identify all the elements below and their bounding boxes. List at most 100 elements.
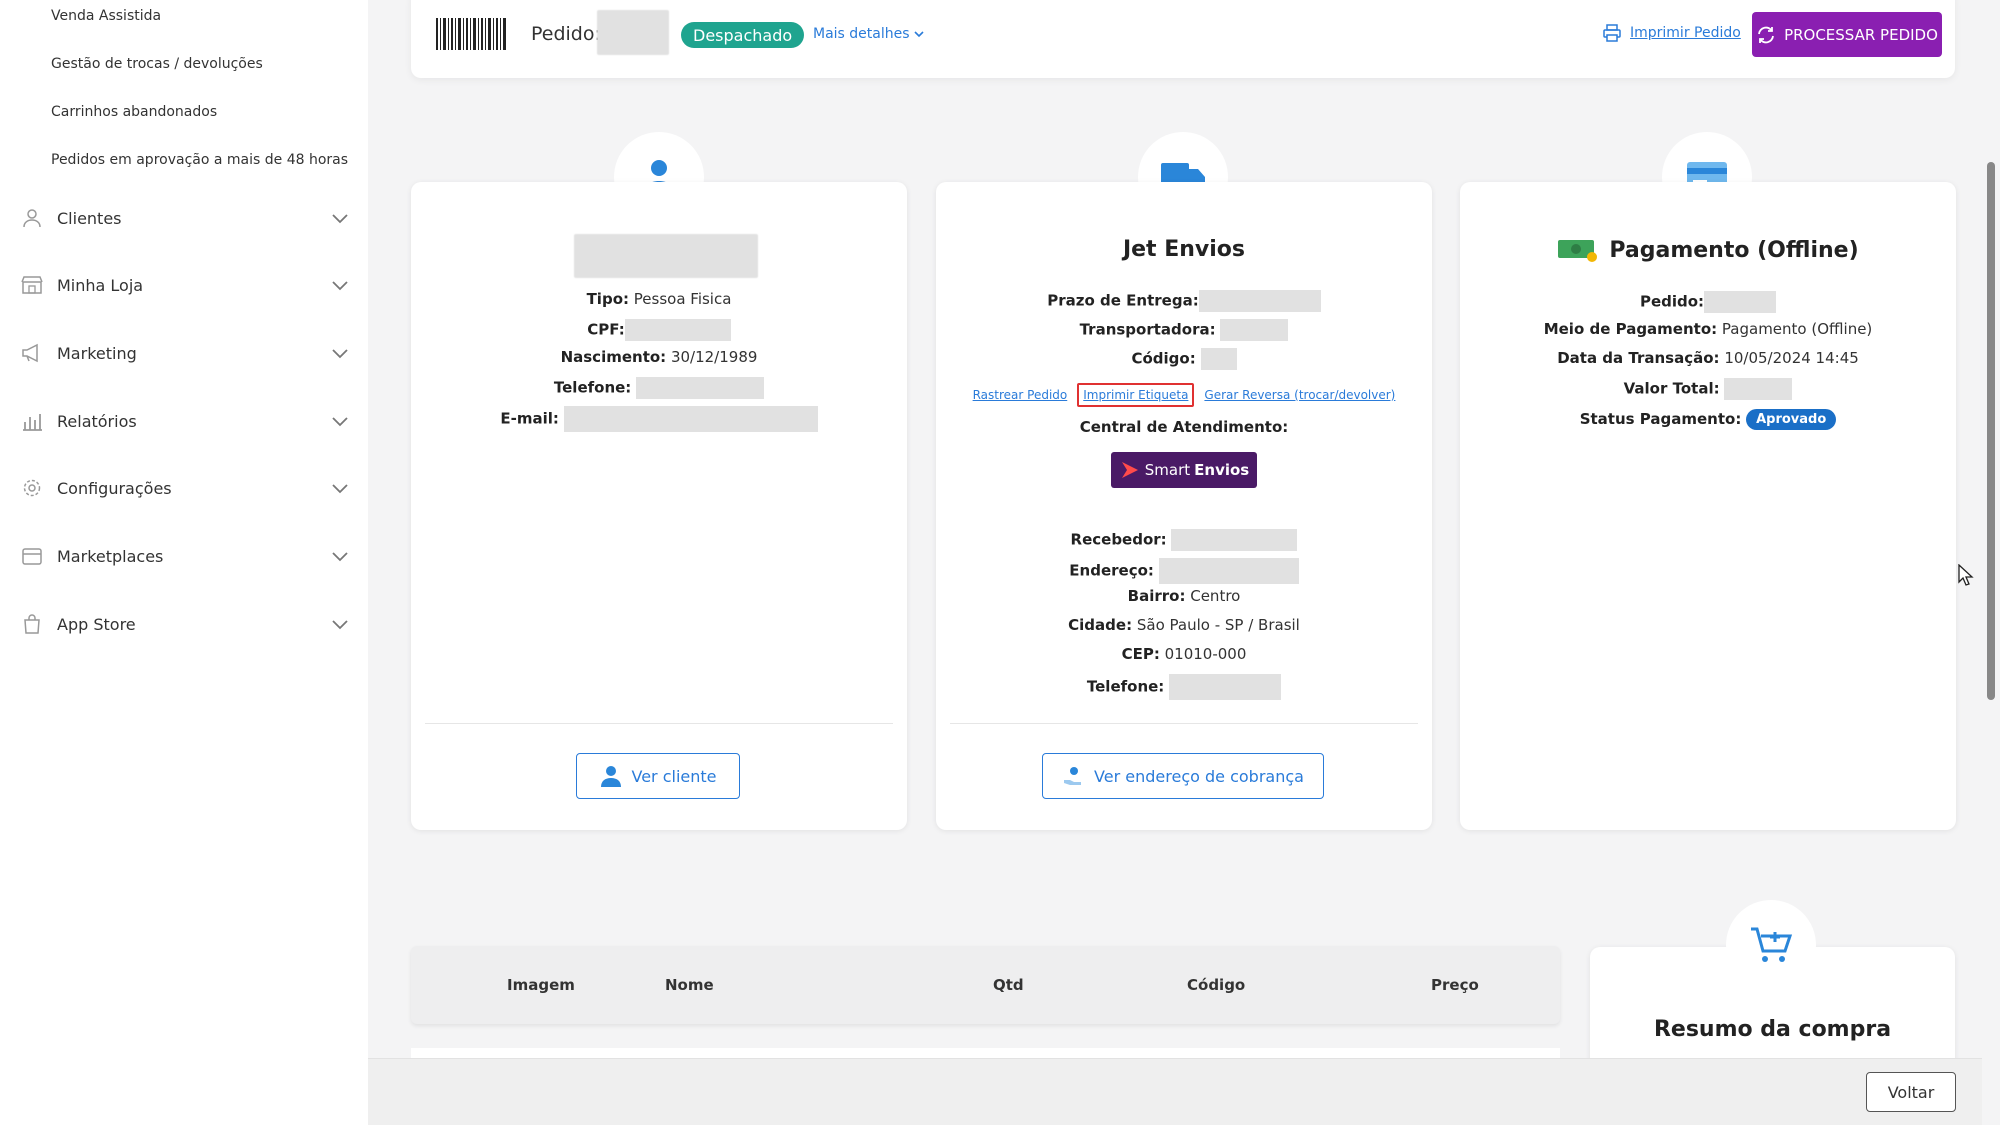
field-label: Valor Total: — [1623, 379, 1720, 398]
process-order-button[interactable]: PROCESSAR PEDIDO — [1752, 12, 1942, 57]
sidebar-item-app-store[interactable]: App Store — [0, 602, 368, 646]
total-value-row: Valor Total: — [1460, 378, 1956, 400]
payment-method-value: Pagamento (Offline) — [1721, 320, 1873, 338]
footer-bar — [368, 1058, 2000, 1125]
gear-icon — [21, 477, 43, 499]
megaphone-icon — [21, 342, 43, 364]
chevron-down-icon — [332, 417, 348, 427]
column-header-qty: Qtd — [993, 976, 1024, 994]
sidebar-item-marketing[interactable]: Marketing — [0, 331, 368, 375]
print-order-label: Imprimir Pedido — [1630, 25, 1741, 41]
chevron-down-icon — [332, 620, 348, 630]
field-label: Central de Atendimento: — [1079, 418, 1289, 436]
support-center-label: Central de Atendimento: — [936, 418, 1432, 436]
sidebar-item-label: Marketing — [57, 343, 137, 363]
track-order-link[interactable]: Rastrear Pedido — [973, 383, 1068, 407]
smartenvios-mark-icon — [1121, 462, 1138, 478]
neighborhood-row: Bairro: Centro — [936, 587, 1432, 605]
field-label: Código: — [1131, 349, 1196, 368]
print-label-link[interactable]: Imprimir Etiqueta — [1077, 383, 1195, 407]
column-header-code: Código — [1187, 976, 1246, 994]
zipcode-value: 01010-000 — [1164, 645, 1247, 663]
field-label: Recebedor: — [1070, 530, 1167, 549]
shipping-actions: Rastrear Pedido Imprimir Etiqueta Gerar … — [936, 383, 1432, 407]
field-label: Cidade: — [1068, 616, 1133, 634]
order-status-badge: Despachado — [681, 22, 805, 48]
field-label: Meio de Pagamento: — [1543, 320, 1718, 338]
chevron-down-icon — [332, 281, 348, 291]
payment-title: Pagamento (Offline) — [1609, 237, 1859, 263]
scrollbar-thumb[interactable] — [1987, 162, 1995, 700]
total-redacted — [1724, 378, 1793, 400]
scrollbar[interactable] — [1982, 0, 2000, 1125]
print-order-link[interactable]: Imprimir Pedido — [1602, 23, 1741, 43]
money-icon — [1558, 240, 1598, 262]
transaction-date-value: 10/05/2024 14:45 — [1724, 349, 1859, 367]
order-number-label: Pedido: — [531, 23, 601, 45]
payment-status-row: Status Pagamento: Aprovado — [1460, 409, 1956, 430]
neighborhood-value: Centro — [1190, 587, 1241, 605]
client-birth-row: Nascimento: 30/12/1989 — [411, 348, 907, 366]
address-redacted — [1158, 558, 1299, 584]
generate-return-link[interactable]: Gerar Reversa (trocar/devolver) — [1204, 383, 1395, 407]
view-billing-address-button[interactable]: Ver endereço de cobrança — [1042, 753, 1324, 799]
payment-method-row: Meio de Pagamento: Pagamento (Offline) — [1460, 320, 1956, 338]
city-value: São Paulo - SP / Brasil — [1136, 616, 1300, 634]
sidebar-item-label: Clientes — [57, 208, 122, 228]
mouse-cursor-icon — [1958, 564, 1974, 586]
shipping-carrier-title: Jet Envios — [1122, 237, 1246, 262]
sidebar-item-label: Relatórios — [57, 411, 137, 431]
deadline-redacted — [1198, 290, 1321, 312]
sidebar-subitem-pedidos-aprovacao[interactable]: Pedidos em aprovação a mais de 48 horas — [51, 152, 348, 168]
receiver-phone-row: Telefone: — [936, 674, 1432, 700]
sidebar-item-relatorios[interactable]: Relatórios — [0, 399, 368, 443]
chevron-down-icon — [332, 214, 348, 224]
order-summary-title: Resumo da compra — [1653, 1017, 1892, 1042]
carrier-redacted — [1220, 319, 1289, 341]
sidebar-item-minha-loja[interactable]: Minha Loja — [0, 263, 368, 307]
sidebar-item-marketplaces[interactable]: Marketplaces — [0, 534, 368, 578]
logo-text-bold: Envios — [1194, 461, 1250, 479]
chevron-down-icon — [332, 484, 348, 494]
sidebar-item-configuracoes[interactable]: Configurações — [0, 466, 368, 510]
printer-icon — [1603, 24, 1621, 42]
field-label: Tipo: — [586, 290, 629, 308]
chevron-down-icon — [332, 349, 348, 359]
chevron-down-icon — [913, 31, 924, 38]
refresh-icon — [1758, 26, 1774, 43]
view-client-button[interactable]: Ver cliente — [576, 753, 740, 799]
field-label: Pedido: — [1639, 292, 1705, 311]
client-name-redacted — [574, 234, 758, 278]
back-button[interactable]: Voltar — [1866, 1072, 1956, 1112]
tracking-code-row: Código: — [936, 348, 1432, 370]
smartenvios-logo: Smart Envios — [1111, 452, 1257, 488]
process-order-label: PROCESSAR PEDIDO — [1784, 25, 1938, 44]
view-billing-address-label: Ver endereço de cobrança — [1094, 766, 1304, 786]
barcode-icon — [436, 18, 506, 50]
more-details-toggle[interactable]: Mais detalhes — [813, 26, 924, 42]
field-label: Data da Transação: — [1557, 349, 1720, 367]
sidebar-subitem-trocas[interactable]: Gestão de trocas / devoluções — [51, 56, 263, 72]
cpf-redacted — [624, 319, 731, 341]
client-email-row: E-mail: — [411, 406, 907, 432]
field-label: E-mail: — [500, 409, 559, 428]
client-card: Tipo: Pessoa Fisica CPF: Nascimento: 30/… — [411, 182, 907, 830]
payment-order-row: Pedido: — [1460, 291, 1956, 313]
cart-add-icon — [1751, 927, 1793, 962]
city-row: Cidade: São Paulo - SP / Brasil — [936, 616, 1432, 634]
field-label: Telefone: — [1086, 677, 1165, 696]
code-redacted — [1200, 348, 1237, 370]
sidebar-item-label: Configurações — [57, 478, 172, 498]
phone-redacted — [636, 377, 765, 399]
payment-status-badge: Aprovado — [1746, 409, 1837, 430]
client-type-row: Tipo: Pessoa Fisica — [411, 290, 907, 308]
phone-redacted — [1169, 674, 1282, 700]
client-cpf-row: CPF: — [411, 319, 907, 341]
sidebar-item-clientes[interactable]: Clientes — [0, 196, 368, 240]
field-label: Endereço: — [1069, 561, 1154, 580]
field-label: CEP: — [1121, 645, 1160, 663]
sidebar-subitem-carrinhos[interactable]: Carrinhos abandonados — [51, 104, 217, 120]
field-label: Nascimento: — [560, 348, 667, 366]
view-client-label: Ver cliente — [631, 766, 717, 786]
sidebar-subitem-venda-assistida[interactable]: Venda Assistida — [51, 8, 161, 24]
